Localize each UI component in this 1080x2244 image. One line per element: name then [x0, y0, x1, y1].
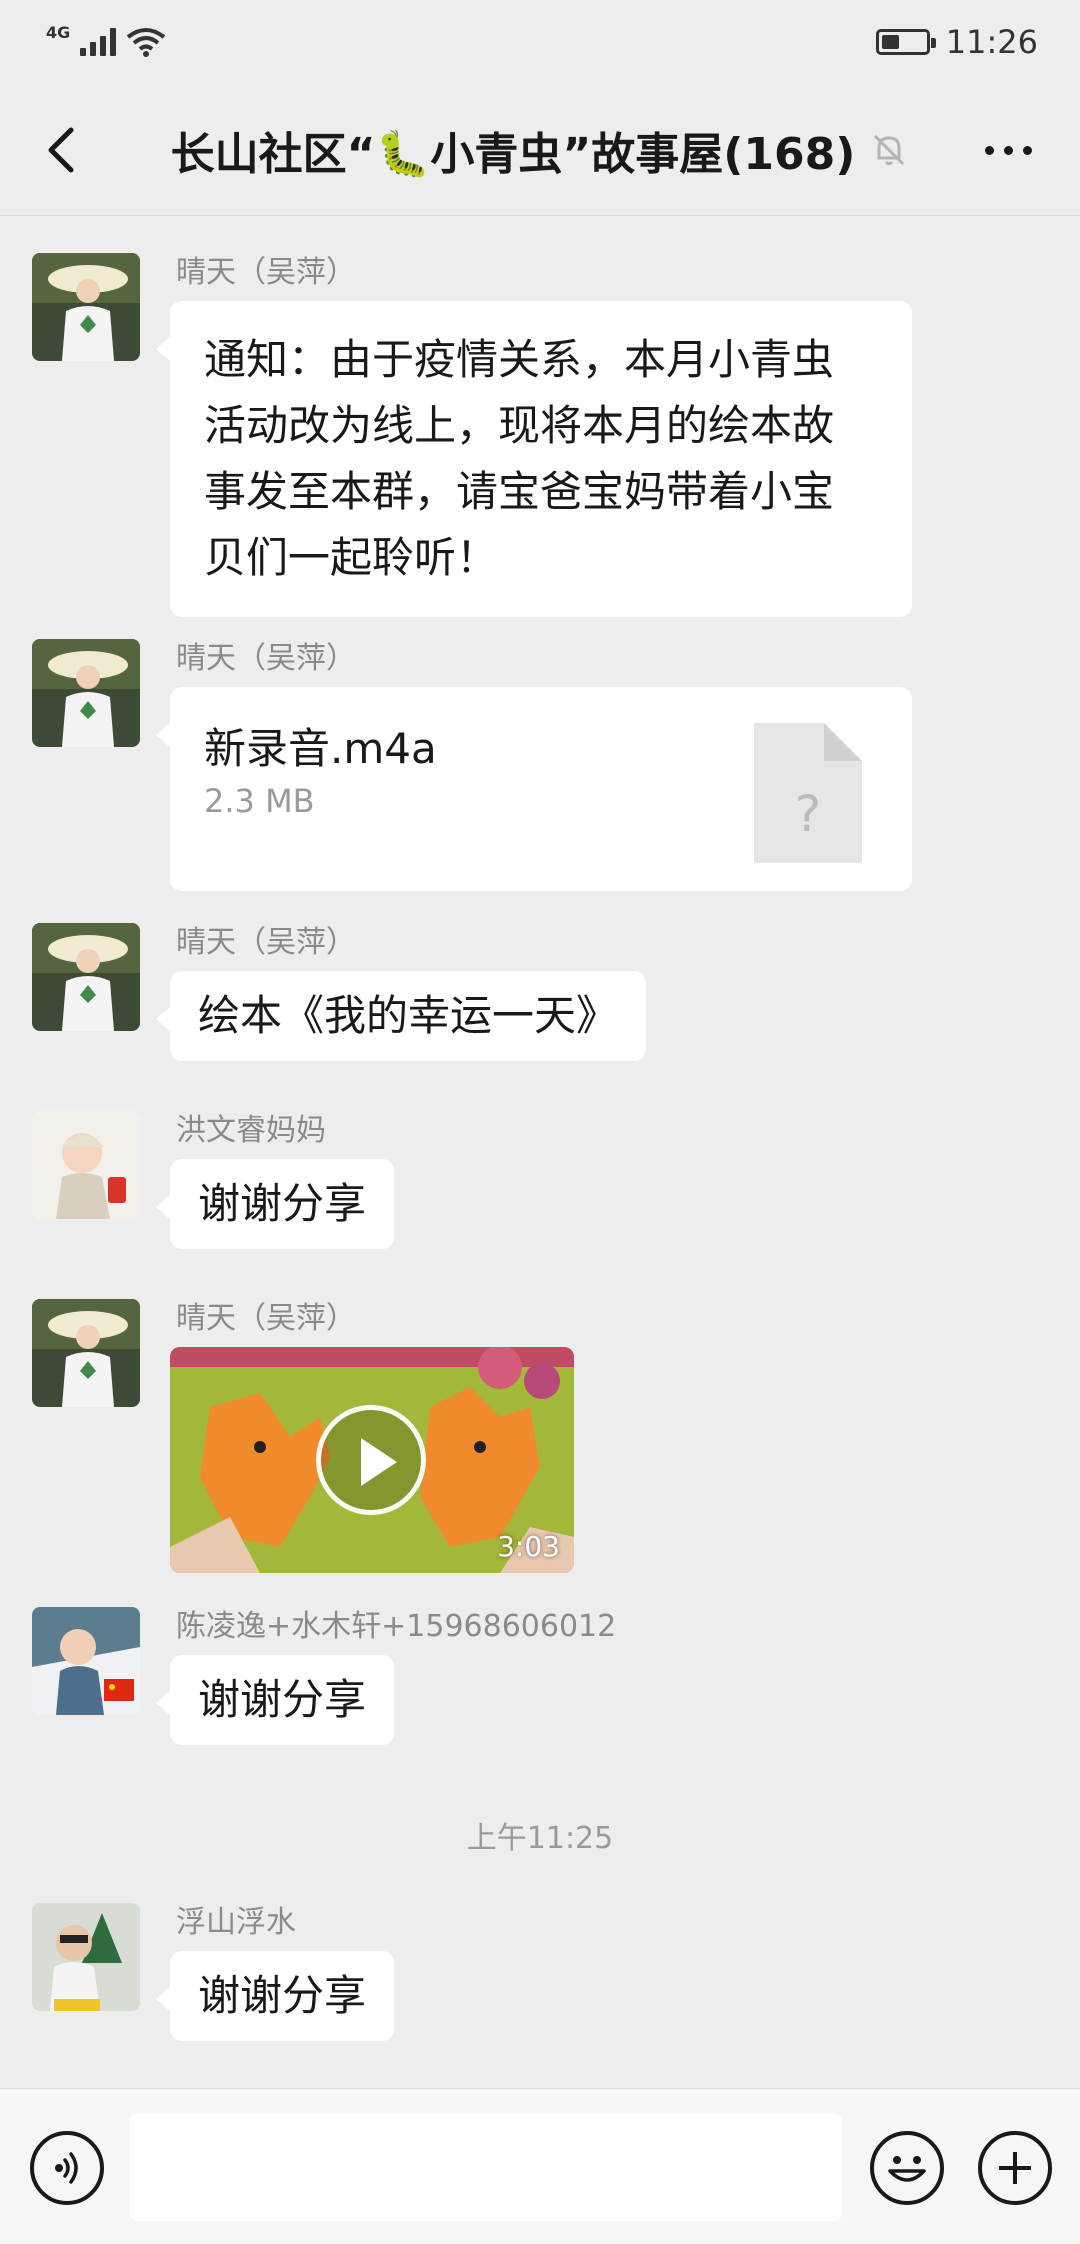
message-text: 谢谢分享	[198, 1675, 367, 1724]
message-bubble[interactable]: 谢谢分享	[155, 1951, 395, 2041]
avatar[interactable]	[32, 1299, 140, 1407]
avatar[interactable]	[32, 1111, 140, 1219]
plus-button[interactable]	[978, 2131, 1052, 2205]
emoji-icon	[888, 2156, 926, 2182]
sender-name: 晴天（吴萍）	[176, 1301, 356, 1336]
more-button[interactable]	[972, 126, 1044, 174]
sender-name: 晴天（吴萍）	[176, 925, 356, 960]
video-message[interactable]: 3:03	[170, 1347, 574, 1573]
avatar[interactable]	[32, 253, 140, 361]
status-bar: 4G 11:26	[0, 0, 1080, 84]
message-text: 绘本《我的幸运一天》	[198, 991, 619, 1040]
chat-message-list[interactable]: 晴天（吴萍） 通知：由于疫情关系，本月小青虫 活动改为线上，现将本月的绘本故 事…	[0, 217, 1080, 2087]
message-item: 晴天（吴萍） 绘本《我的幸运一天》	[32, 923, 1048, 1083]
sender-name: 陈凌逸+水木轩+15968606012	[176, 1609, 617, 1644]
message-bubble[interactable]: 谢谢分享	[155, 1655, 395, 1745]
status-time: 11:26	[945, 23, 1038, 61]
avatar-image	[32, 253, 140, 361]
more-dots-icon	[984, 145, 994, 155]
avatar-image	[32, 1903, 140, 2011]
message-text: 谢谢分享	[198, 1971, 367, 2020]
avatar-image	[32, 1111, 140, 1219]
emoji-button[interactable]	[870, 2131, 944, 2205]
voice-icon	[55, 2152, 78, 2184]
status-bar-left: 4G	[46, 23, 166, 57]
play-icon[interactable]	[316, 1405, 426, 1515]
message-item: 浮山浮水 谢谢分享	[32, 1903, 1048, 2063]
avatar[interactable]	[32, 1607, 140, 1715]
chat-timestamp: 上午11:25	[466, 1821, 614, 1856]
network-type: 4G	[46, 22, 71, 42]
file-message-bubble[interactable]: 新录音.m4a 2.3 MB ?	[156, 687, 912, 891]
avatar-image	[32, 923, 140, 1031]
avatar[interactable]	[32, 1903, 140, 2011]
message-line: 事发至本群，请宝爸宝妈带着小宝	[204, 467, 835, 516]
status-bar-right: 11:26	[875, 23, 1038, 61]
avatar-image	[32, 639, 140, 747]
avatar[interactable]	[32, 923, 140, 1031]
video-duration: 3:03	[497, 1530, 560, 1563]
message-line: 活动改为线上，现将本月的绘本故	[204, 401, 835, 450]
avatar-image	[32, 1607, 140, 1715]
unknown-file-icon: ?	[754, 723, 862, 863]
chevron-left-icon	[48, 127, 74, 173]
message-item: 晴天（吴萍） 通知：由于疫情关系，本月小青虫 活动改为线上，现将本月的绘本故 事…	[32, 253, 1048, 617]
message-bubble[interactable]: 谢谢分享	[155, 1159, 395, 1249]
avatar-image	[32, 1299, 140, 1407]
message-item: 晴天（吴萍） 3:03	[32, 1299, 1048, 1589]
avatar[interactable]	[32, 639, 140, 747]
chat-header: 长山社区“🐛小青虫”故事屋(168)	[0, 84, 1080, 216]
bell-off-icon	[874, 134, 905, 165]
sender-name: 洪文睿妈妈	[176, 1113, 326, 1148]
message-item: 洪文睿妈妈 谢谢分享	[32, 1111, 1048, 1271]
sender-name: 浮山浮水	[176, 1905, 296, 1940]
voice-button[interactable]	[30, 2131, 104, 2205]
wifi-icon	[127, 28, 166, 57]
chat-title: 长山社区“🐛小青虫”故事屋(168)	[170, 128, 856, 180]
message-input[interactable]	[130, 2113, 842, 2221]
message-bubble[interactable]: 绘本《我的幸运一天》	[155, 971, 647, 1061]
message-line: 贝们一起聆听！	[204, 533, 499, 582]
chat-title-group: 长山社区“🐛小青虫”故事屋(168)	[171, 118, 910, 182]
message-text: 谢谢分享	[198, 1179, 367, 1228]
message-item: 陈凌逸+水木轩+15968606012 谢谢分享	[32, 1607, 1048, 1767]
sender-name: 晴天（吴萍）	[176, 255, 356, 290]
sender-name: 晴天（吴萍）	[176, 641, 356, 676]
input-bar	[0, 2088, 1080, 2244]
file-icon-glyph: ?	[794, 785, 822, 843]
signal-icon	[80, 28, 117, 56]
battery-icon	[875, 29, 936, 55]
message-item: 晴天（吴萍） 新录音.m4a 2.3 MB ?	[32, 639, 1048, 891]
message-bubble[interactable]: 通知：由于疫情关系，本月小青虫 活动改为线上，现将本月的绘本故 事发至本群，请宝…	[156, 301, 912, 617]
message-line: 通知：由于疫情关系，本月小青虫	[204, 335, 835, 384]
back-button[interactable]	[28, 114, 92, 186]
